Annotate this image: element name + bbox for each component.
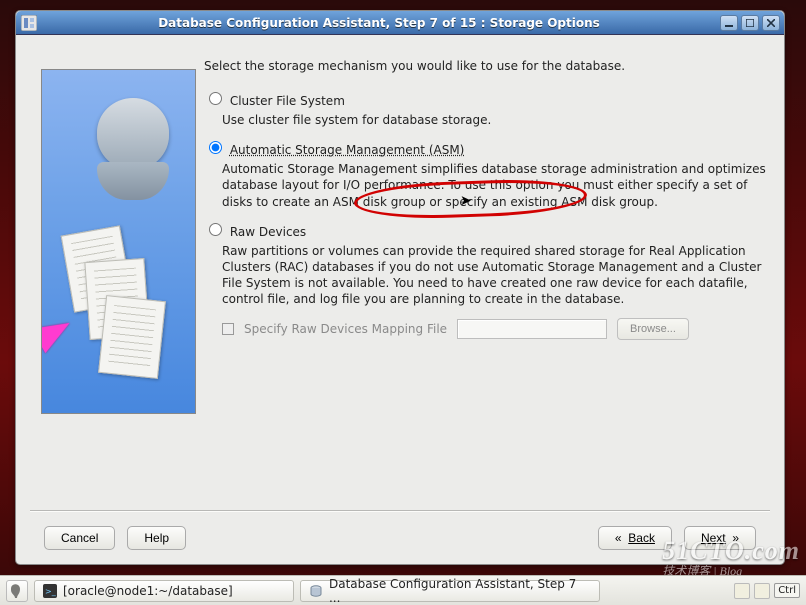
wizard-nav: Cancel Help « Back Next »: [16, 518, 784, 564]
system-tray: Ctrl: [734, 583, 800, 599]
vm-ctrl-indicator: Ctrl: [774, 583, 800, 598]
minimize-button[interactable]: [720, 15, 738, 31]
taskbar-item-label: Database Configuration Assistant, Step 7…: [329, 577, 591, 605]
option-label: Automatic Storage Management (ASM): [230, 143, 465, 157]
option-desc-cfs: Use cluster file system for database sto…: [222, 112, 766, 128]
main-panel: Select the storage mechanism you would l…: [200, 59, 774, 494]
option-cluster-file-system[interactable]: Cluster File System: [204, 89, 766, 108]
next-button[interactable]: Next »: [684, 526, 756, 550]
dbca-window: Database Configuration Assistant, Step 7…: [15, 10, 785, 565]
taskbar[interactable]: >_ [oracle@node1:~/database] Database Co…: [0, 575, 806, 605]
option-desc-asm: Automatic Storage Management simplifies …: [222, 161, 766, 210]
gnome-foot-icon: [9, 583, 25, 599]
radio-cfs[interactable]: [209, 92, 222, 105]
raw-mapping-checkbox[interactable]: [222, 323, 234, 335]
option-label: Raw Devices: [230, 225, 306, 239]
close-button[interactable]: [762, 15, 780, 31]
taskbar-item-label: [oracle@node1:~/database]: [63, 584, 233, 598]
option-desc-raw: Raw partitions or volumes can provide th…: [222, 243, 766, 308]
title-bar[interactable]: Database Configuration Assistant, Step 7…: [16, 11, 784, 35]
option-label: Cluster File System: [230, 94, 345, 108]
next-label: Next: [701, 531, 726, 545]
minimize-icon: [725, 19, 733, 27]
radio-raw[interactable]: [209, 223, 222, 236]
help-button[interactable]: Help: [127, 526, 186, 550]
maximize-icon: [746, 19, 754, 27]
back-label: Back: [628, 531, 655, 545]
taskbar-item-terminal[interactable]: >_ [oracle@node1:~/database]: [34, 580, 294, 602]
separator: [30, 510, 770, 512]
database-icon: [309, 584, 323, 598]
arrow-graphic: [41, 311, 77, 353]
browse-button[interactable]: Browse...: [617, 318, 689, 340]
taskbar-item-dbca[interactable]: Database Configuration Assistant, Step 7…: [300, 580, 600, 602]
raw-mapping-label: Specify Raw Devices Mapping File: [244, 322, 447, 336]
tray-icon[interactable]: [734, 583, 750, 599]
option-raw-devices[interactable]: Raw Devices: [204, 220, 766, 239]
raw-mapping-path-input[interactable]: [457, 319, 607, 339]
option-asm[interactable]: Automatic Storage Management (ASM): [204, 138, 766, 157]
chevron-left-icon: «: [615, 531, 622, 545]
terminal-icon: >_: [43, 584, 57, 598]
svg-text:>_: >_: [45, 587, 57, 596]
tray-icon[interactable]: [754, 583, 770, 599]
maximize-button[interactable]: [741, 15, 759, 31]
cancel-button[interactable]: Cancel: [44, 526, 115, 550]
paper-graphic: [98, 295, 166, 379]
close-icon: [767, 19, 775, 27]
content-area: Select the storage mechanism you would l…: [16, 35, 784, 504]
app-icon: [20, 14, 38, 32]
window-buttons: [720, 15, 780, 31]
applications-menu-button[interactable]: [6, 580, 28, 602]
raw-mapping-row: Specify Raw Devices Mapping File Browse.…: [222, 318, 766, 340]
instruction-text: Select the storage mechanism you would l…: [204, 59, 766, 73]
radio-asm[interactable]: [209, 141, 222, 154]
chevron-right-icon: »: [732, 531, 739, 545]
wizard-illustration: [41, 69, 196, 414]
back-button[interactable]: « Back: [598, 526, 672, 550]
window-title: Database Configuration Assistant, Step 7…: [44, 16, 714, 30]
